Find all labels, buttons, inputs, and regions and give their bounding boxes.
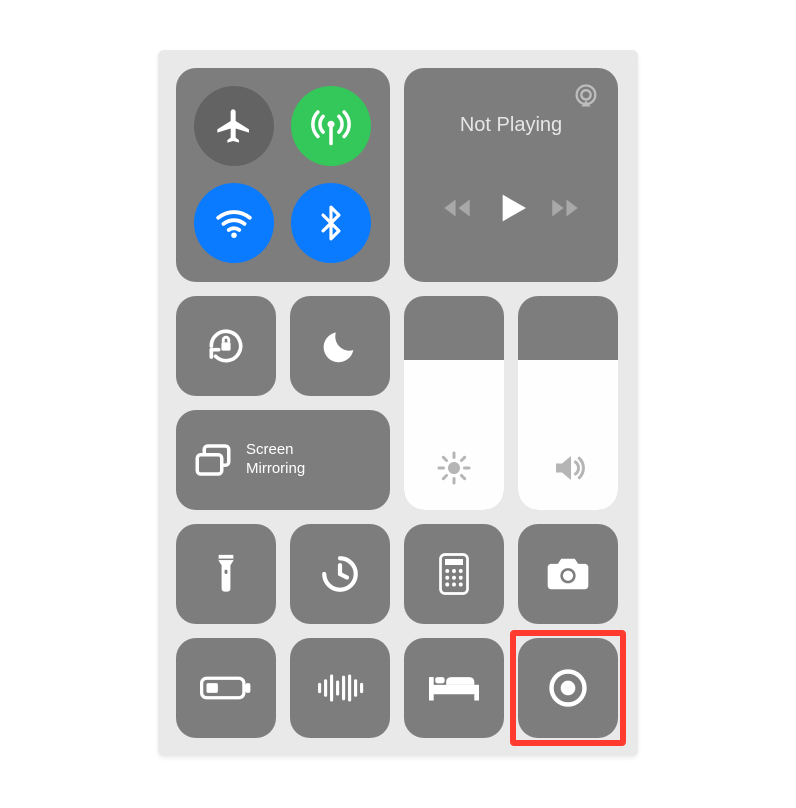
bluetooth-button[interactable] [291, 183, 371, 263]
media-module[interactable]: Not Playing [404, 68, 618, 282]
brightness-icon [436, 450, 472, 486]
play-icon[interactable] [491, 188, 531, 228]
flashlight-button[interactable] [176, 524, 276, 624]
bed-icon [429, 671, 479, 705]
orientation-lock-button[interactable] [176, 296, 276, 396]
camera-button[interactable] [518, 524, 618, 624]
do-not-disturb-button[interactable] [290, 296, 390, 396]
sleep-mode-button[interactable] [404, 638, 504, 738]
wifi-icon [213, 202, 255, 244]
timer-icon [319, 553, 361, 595]
volume-icon [550, 450, 586, 486]
battery-icon [200, 674, 252, 702]
connectivity-module[interactable] [176, 68, 390, 282]
airplane-mode-button[interactable] [194, 86, 274, 166]
moon-icon [320, 326, 360, 366]
screen-mirroring-label: ScreenMirroring [246, 441, 316, 479]
cellular-data-button[interactable] [291, 86, 371, 166]
volume-slider[interactable] [518, 296, 618, 510]
camera-icon [546, 556, 590, 592]
airplane-icon [214, 106, 254, 146]
brightness-slider[interactable] [404, 296, 504, 510]
record-icon [546, 666, 590, 710]
forward-icon[interactable] [548, 191, 582, 225]
airplay-icon[interactable] [572, 82, 600, 110]
calculator-icon [437, 553, 471, 595]
rewind-icon[interactable] [440, 191, 474, 225]
highlight-frame [510, 630, 626, 746]
control-center-panel: Not Playing [158, 50, 638, 756]
screen-mirroring-icon [192, 439, 234, 481]
wifi-button[interactable] [194, 183, 274, 263]
bluetooth-icon [312, 204, 350, 242]
calculator-button[interactable] [404, 524, 504, 624]
screen-mirroring-button[interactable]: ScreenMirroring [176, 410, 390, 510]
voice-memos-button[interactable] [290, 638, 390, 738]
media-status-label: Not Playing [422, 114, 600, 137]
screen-recording-button[interactable] [518, 638, 618, 738]
antenna-icon [310, 105, 352, 147]
waveform-icon [316, 670, 364, 706]
low-power-mode-button[interactable] [176, 638, 276, 738]
timer-button[interactable] [290, 524, 390, 624]
orientation-lock-icon [204, 324, 248, 368]
flashlight-icon [208, 552, 244, 596]
